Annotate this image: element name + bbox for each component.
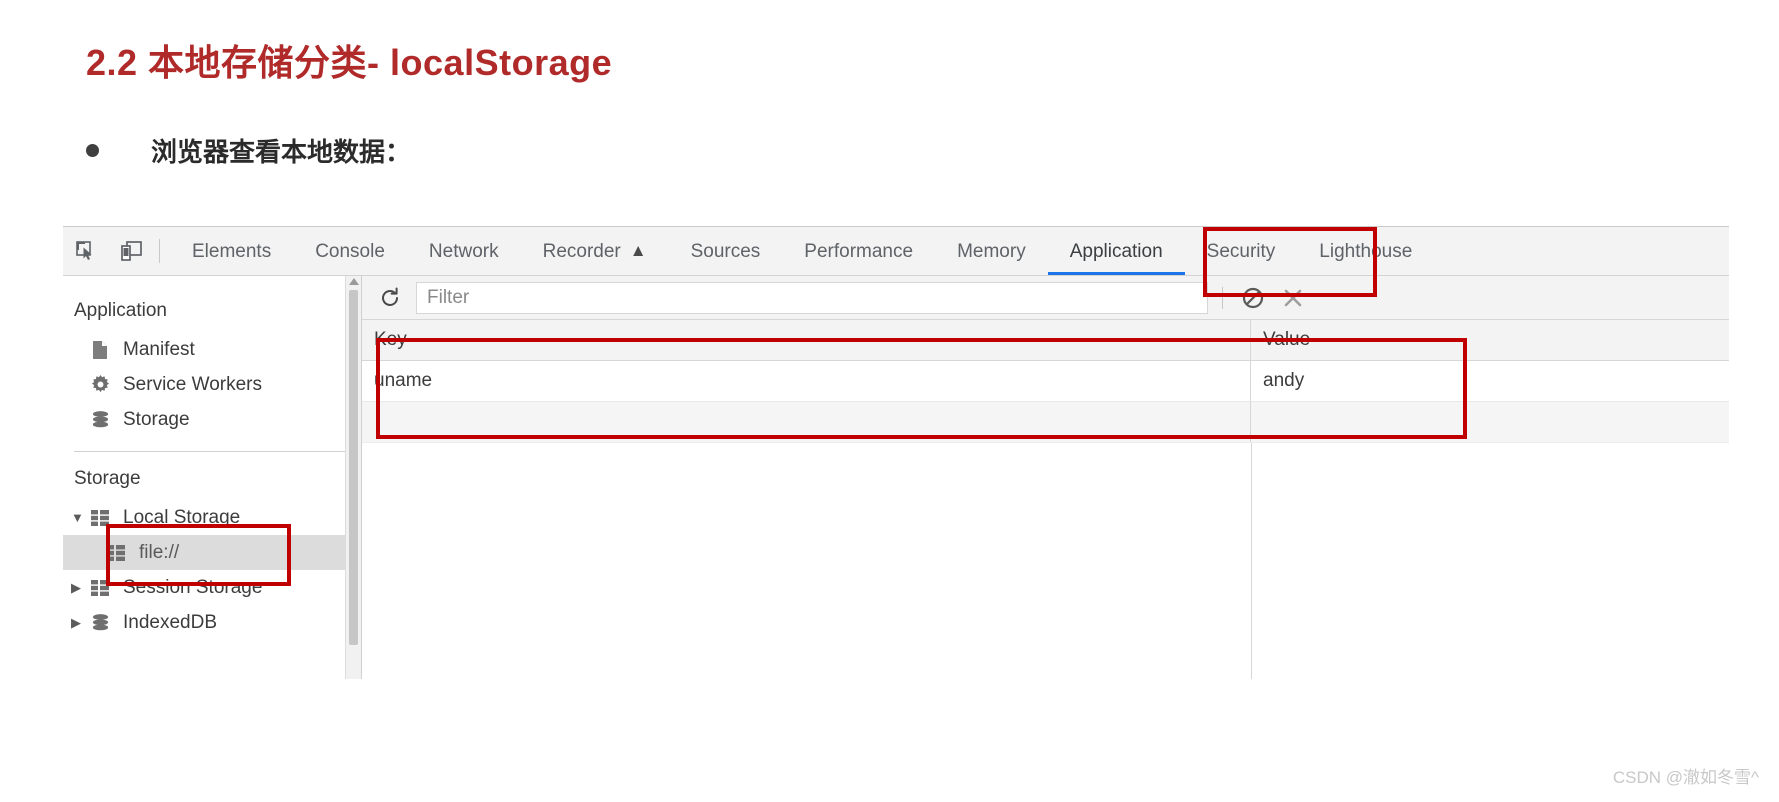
sidebar-item-label: Session Storage (123, 576, 263, 598)
inspect-element-icon (76, 241, 92, 260)
sidebar-item-label: IndexedDB (123, 611, 218, 633)
twisty-expanded-icon[interactable]: ▼ (71, 510, 91, 525)
table-row[interactable]: uname andy (362, 361, 1729, 402)
clear-all-button[interactable] (1233, 281, 1273, 315)
application-sidebar: Application ▶ Manifest ▶ (63, 276, 362, 679)
cell-value[interactable]: andy (1251, 361, 1729, 401)
table-fill-left (362, 443, 1252, 679)
sidebar-section-application-title: Application (74, 300, 167, 321)
sidebar-item-session-storage[interactable]: ▶ Session Storage (63, 570, 361, 605)
bullet-text: 浏览器查看本地数据： (151, 137, 412, 167)
table-icon (107, 544, 131, 561)
sidebar-item-label: file:// (139, 541, 180, 563)
document-icon (91, 340, 115, 360)
device-toolbar-icon (121, 241, 142, 261)
toolbar-divider (159, 239, 160, 263)
sidebar-item-label: Storage (123, 408, 190, 430)
twisty-collapsed-icon[interactable]: ▶ (71, 615, 91, 631)
tab-label: Elements (192, 240, 272, 262)
column-header-key[interactable]: Key (362, 320, 1251, 360)
tab-label: Performance (804, 240, 914, 262)
tab-label: Application (1069, 240, 1163, 262)
tab-console[interactable]: Console (293, 227, 407, 275)
table-fill-area (362, 443, 1729, 679)
table-header-row: Key Value (362, 320, 1729, 361)
twisty-collapsed-icon[interactable]: ▶ (71, 580, 91, 596)
tab-label: Memory (957, 240, 1026, 262)
clear-all-icon (1242, 287, 1264, 308)
storage-main-pane: Key Value uname andy (362, 276, 1729, 679)
table-row-empty[interactable] (362, 402, 1729, 443)
devtools-panel: Elements Console Network Recorder ▲ Sour… (63, 226, 1729, 679)
experiment-flask-icon: ▲ (629, 241, 647, 260)
storage-key-value-table: Key Value uname andy (362, 320, 1729, 679)
refresh-icon (382, 287, 398, 306)
storage-toolbar (362, 276, 1729, 320)
delete-selected-icon (1284, 289, 1302, 306)
csdn-watermark: CSDN @澈如冬雪^ (1612, 768, 1759, 787)
sidebar-item-label: Local Storage (123, 506, 241, 528)
tab-label: Security (1206, 240, 1276, 262)
refresh-button[interactable] (370, 281, 410, 315)
page-title: 2.2 本地存储分类- localStorage (86, 42, 613, 83)
tab-recorder[interactable]: Recorder ▲ (521, 227, 669, 275)
delete-selected-button[interactable] (1273, 281, 1313, 315)
tab-label: Console (315, 240, 385, 262)
cell-key-empty[interactable] (362, 402, 1251, 442)
toolbar-divider (1222, 286, 1223, 309)
sidebar-item-label: Service Workers (123, 373, 263, 395)
gear-icon (91, 375, 115, 394)
database-icon (91, 410, 115, 429)
filter-input-wrapper[interactable] (416, 281, 1208, 314)
tab-network[interactable]: Network (407, 227, 521, 275)
sidebar-item-manifest[interactable]: ▶ Manifest (63, 332, 361, 367)
tab-memory[interactable]: Memory (935, 227, 1048, 275)
devtools-body: Application ▶ Manifest ▶ (63, 276, 1729, 679)
tab-application[interactable]: Application (1047, 227, 1185, 275)
tab-label: Sources (690, 240, 761, 262)
tab-label: Lighthouse (1319, 240, 1413, 262)
tab-lighthouse[interactable]: Lighthouse (1297, 227, 1434, 275)
tab-performance[interactable]: Performance (782, 227, 935, 275)
sidebar-item-indexeddb[interactable]: ▶ IndexedDB (63, 605, 361, 640)
cell-value-empty[interactable] (1251, 402, 1729, 442)
column-header-value[interactable]: Value (1251, 320, 1729, 360)
tab-elements[interactable]: Elements (170, 227, 293, 275)
filter-input[interactable] (417, 281, 1207, 314)
tab-label: Network (428, 240, 499, 262)
sidebar-divider (74, 451, 361, 452)
sidebar-item-label: Manifest (123, 338, 195, 360)
sidebar-section-storage-title: Storage (74, 468, 141, 489)
tab-sources[interactable]: Sources (669, 227, 783, 275)
device-toolbar-button[interactable] (109, 227, 155, 275)
sidebar-item-storage[interactable]: ▶ Storage (63, 402, 361, 437)
table-fill-right (1252, 443, 1729, 679)
bullet-dot-icon (86, 144, 99, 157)
bullet-row: 浏览器查看本地数据： (86, 132, 411, 169)
tab-label: Recorder (542, 240, 621, 262)
table-icon (91, 509, 115, 526)
scrollbar-thumb[interactable] (349, 290, 358, 645)
sidebar-item-file-origin[interactable]: file:// (63, 535, 361, 570)
scroll-up-arrow-icon[interactable] (349, 278, 359, 285)
sidebar-item-local-storage[interactable]: ▼ Local Storage (63, 500, 361, 535)
inspect-element-button[interactable] (63, 227, 109, 275)
cell-key[interactable]: uname (362, 361, 1251, 401)
table-icon (91, 579, 115, 596)
database-icon (91, 613, 115, 632)
sidebar-item-service-workers[interactable]: ▶ Service Workers (63, 367, 361, 402)
sidebar-scrollbar[interactable] (345, 276, 361, 679)
devtools-tabstrip: Elements Console Network Recorder ▲ Sour… (63, 227, 1729, 276)
tab-security[interactable]: Security (1185, 227, 1298, 275)
